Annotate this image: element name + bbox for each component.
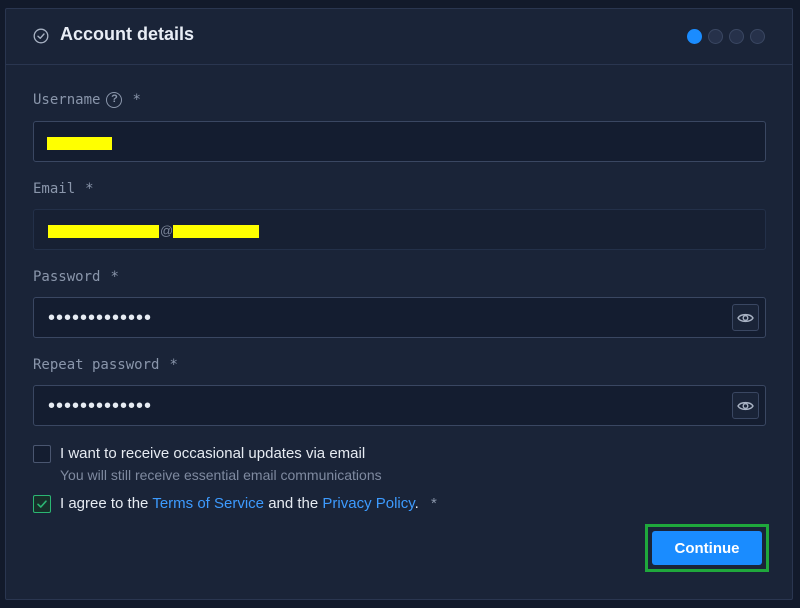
username-input[interactable] — [33, 121, 766, 162]
terms-of-service-link[interactable]: Terms of Service — [152, 495, 264, 512]
email-input[interactable]: @ — [33, 209, 766, 250]
password-value: ••••••••••••• — [48, 307, 153, 329]
required-mark: * — [132, 92, 141, 108]
step-dot-2 — [708, 29, 723, 44]
eye-icon — [737, 313, 754, 322]
repeat-password-value: ••••••••••••• — [48, 395, 153, 417]
step-dot-3 — [729, 29, 744, 44]
agree-middle: and the — [268, 495, 319, 512]
password-input[interactable]: ••••••••••••• — [33, 297, 766, 338]
checkmark-icon — [37, 500, 47, 508]
repeat-password-label: Repeat password * — [33, 357, 178, 373]
step-dot-1 — [687, 29, 702, 44]
updates-checkbox-label: I want to receive occasional updates via… — [60, 445, 366, 462]
agree-terms-label: I agree to the Terms of Service and the … — [60, 495, 437, 512]
username-label: Username ? * — [33, 92, 141, 108]
password-label-text: Password — [33, 269, 101, 285]
required-mark: * — [110, 269, 119, 285]
agree-prefix: I agree to the — [60, 495, 149, 512]
step-dot-4 — [750, 29, 765, 44]
required-mark: * — [85, 181, 94, 197]
agree-suffix: . — [414, 495, 419, 512]
updates-checkbox[interactable] — [33, 445, 51, 463]
password-label: Password * — [33, 269, 119, 285]
continue-button[interactable]: Continue — [652, 531, 762, 565]
check-circle-icon — [33, 28, 49, 44]
redacted-email-user — [48, 225, 159, 238]
email-label: Email * — [33, 181, 94, 197]
repeat-password-label-text: Repeat password — [33, 357, 160, 373]
redacted-email-domain — [173, 225, 259, 238]
privacy-policy-link[interactable]: Privacy Policy — [322, 495, 414, 512]
card-header: Account details — [6, 9, 792, 65]
email-label-text: Email — [33, 181, 76, 197]
required-mark: * — [169, 357, 178, 373]
eye-icon — [737, 401, 754, 410]
username-label-text: Username — [33, 92, 101, 108]
card-title: Account details — [60, 24, 195, 44]
toggle-password-visibility-button[interactable] — [732, 304, 759, 331]
agree-terms-checkbox[interactable] — [33, 495, 51, 513]
question-circle-icon[interactable]: ? — [106, 92, 123, 108]
email-at-sign: @ — [160, 223, 174, 238]
step-indicator — [687, 29, 765, 44]
redacted-username — [47, 137, 112, 150]
repeat-password-input[interactable]: ••••••••••••• — [33, 385, 766, 426]
updates-checkbox-sublabel: You will still receive essential email c… — [60, 467, 382, 483]
account-details-card: Account details Username ? * Email * @ P… — [5, 8, 793, 600]
toggle-repeat-password-visibility-button[interactable] — [732, 392, 759, 419]
required-mark: * — [431, 495, 437, 512]
